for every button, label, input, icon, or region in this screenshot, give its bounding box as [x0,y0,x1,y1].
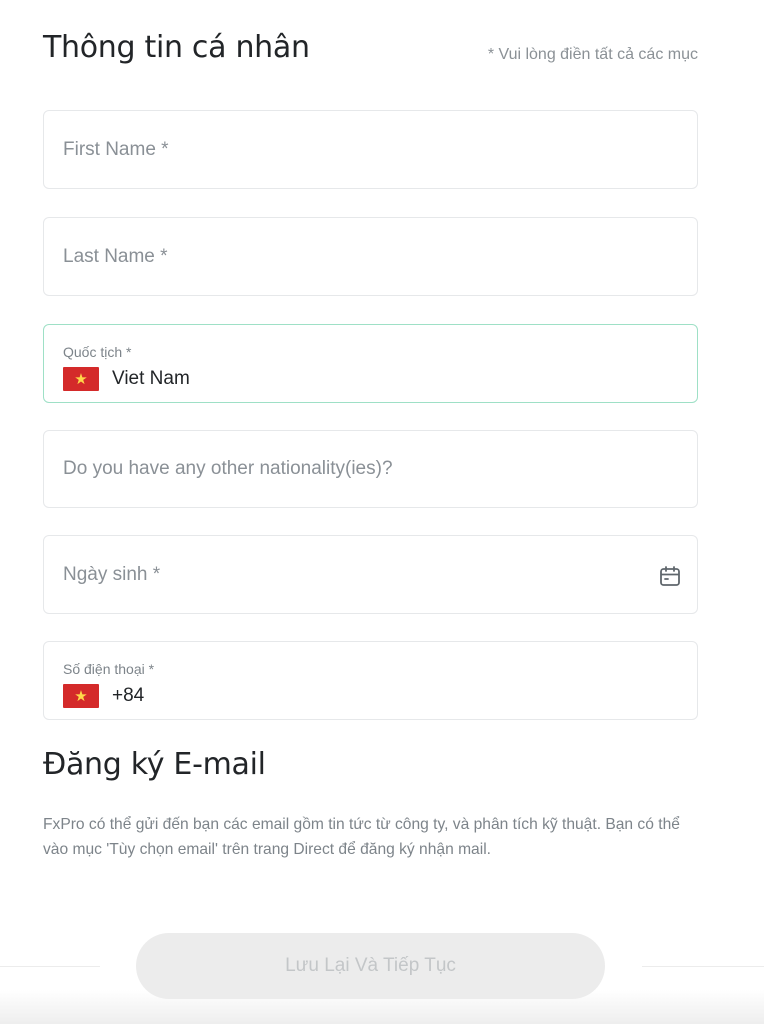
vietnam-flag-icon[interactable]: ★ [63,684,99,708]
vietnam-flag-icon: ★ [63,367,99,391]
save-and-continue-button[interactable]: Lưu Lại Và Tiếp Tục [136,933,605,999]
nationality-value: Viet Nam [112,368,190,389]
other-nationality-placeholder: Do you have any other nationality(ies)? [63,458,393,479]
other-nationality-field[interactable]: Do you have any other nationality(ies)? [43,430,698,508]
phone-label: Số điện thoại * [63,661,155,677]
email-section-title: Đăng ký E-mail [43,747,266,782]
birth-date-placeholder: Ngày sinh * [63,563,161,585]
footer-divider-left [0,966,100,967]
page-title: Thông tin cá nhân [43,30,310,65]
calendar-icon[interactable] [658,564,682,588]
nationality-select[interactable]: Quốc tịch * ★ Viet Nam [43,324,698,403]
birth-date-field[interactable]: Ngày sinh * [43,535,698,614]
nationality-label: Quốc tịch * [63,344,132,360]
footer-divider-right [642,966,764,967]
personal-info-page: Thông tin cá nhân * Vui lòng điền tất cả… [0,0,764,1024]
first-name-field[interactable]: First Name * [43,110,698,189]
personal-info-header: Thông tin cá nhân * Vui lòng điền tất cả… [43,28,698,76]
last-name-placeholder: Last Name * [63,245,168,267]
last-name-field[interactable]: Last Name * [43,217,698,296]
phone-value-row: ★ +84 [63,684,144,708]
phone-field[interactable]: Số điện thoại * ★ +84 [43,641,698,720]
required-fields-note: * Vui lòng điền tất cả các mục [487,46,698,63]
email-section-description: FxPro có thể gửi đến bạn các email gồm t… [43,816,680,858]
nationality-value-row: ★ Viet Nam [63,367,190,391]
first-name-placeholder: First Name * [63,138,169,160]
phone-country-code: +84 [112,685,145,706]
